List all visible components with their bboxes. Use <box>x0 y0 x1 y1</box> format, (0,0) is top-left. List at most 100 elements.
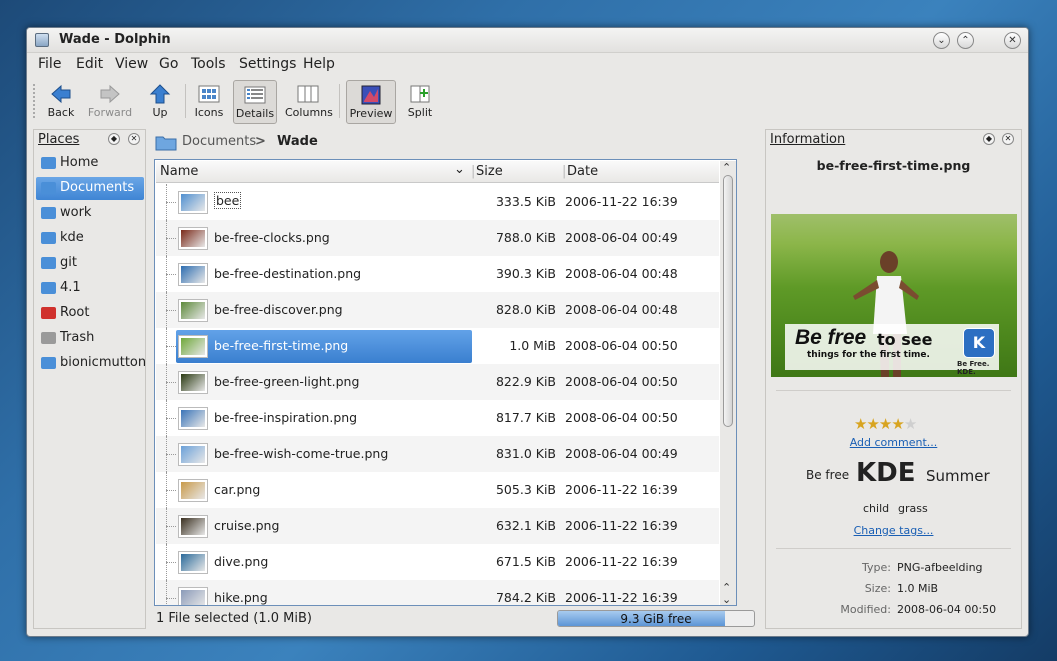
file-row[interactable]: be-free-green-light.png 822.9 KiB 2008-06-… <box>156 364 719 400</box>
scroll-down-icon[interactable]: ⌄ <box>722 593 731 605</box>
file-date: 2008-06-04 00:48 <box>565 266 678 281</box>
file-row[interactable]: bee 333.5 KiB 2006-11-22 16:39 <box>156 184 719 220</box>
toolbar-grip[interactable] <box>33 84 36 118</box>
meta-type-value: PNG-afbeelding <box>897 561 983 574</box>
columns-label: Columns <box>285 106 333 119</box>
place-item-home[interactable]: Home <box>36 152 144 175</box>
file-row[interactable]: be-free-clocks.png 788.0 KiB 2008-06-04 00… <box>156 220 719 256</box>
place-item-4-1[interactable]: 4.1 <box>36 277 144 300</box>
place-item-bionicmutton[interactable]: bionicmutton <box>36 352 147 375</box>
file-thumbnail-icon <box>178 551 208 574</box>
sort-chevron-icon[interactable]: ⌄ <box>454 162 465 177</box>
star-icon[interactable]: ★ <box>904 415 917 433</box>
meta-size-key: Size: <box>864 582 891 595</box>
star-icon[interactable]: ★ <box>854 415 867 433</box>
place-item-trash[interactable]: Trash <box>36 327 144 350</box>
rating-stars[interactable]: ★★★★★ <box>854 415 917 433</box>
tag-be-free[interactable]: Be free <box>806 468 849 482</box>
up-button[interactable]: Up <box>145 80 175 124</box>
file-row[interactable]: dive.png 671.5 KiB 2006-11-22 16:39 <box>156 544 719 580</box>
menu-view[interactable]: View <box>115 56 148 72</box>
file-row[interactable]: be-free-discover.png 828.0 KiB 2008-06-04 … <box>156 292 719 328</box>
menu-tools[interactable]: Tools <box>191 56 226 72</box>
tag-grass[interactable]: grass <box>898 502 928 515</box>
up-arrow-icon <box>149 84 171 104</box>
breadcrumb-wade[interactable]: Wade <box>277 134 318 149</box>
details-view-button[interactable]: Details <box>233 80 277 124</box>
preview-label: Preview <box>349 107 393 120</box>
thumbnail-image <box>181 230 205 247</box>
star-icon[interactable]: ★ <box>866 415 879 433</box>
file-row[interactable]: car.png 505.3 KiB 2006-11-22 16:39 <box>156 472 719 508</box>
places-header: Places ◆ ✕ <box>34 130 145 150</box>
file-row[interactable]: be-free-inspiration.png 817.7 KiB 2008-06-… <box>156 400 719 436</box>
place-item-kde[interactable]: kde <box>36 227 144 250</box>
file-row[interactable]: hike.png 784.2 KiB 2006-11-22 16:39 <box>156 580 719 605</box>
scrollbar-thumb[interactable] <box>723 175 733 427</box>
place-label: bionicmutton <box>60 355 147 370</box>
menu-settings[interactable]: Settings <box>239 56 296 72</box>
file-row[interactable]: be-free-wish-come-true.png 831.0 KiB 2008-… <box>156 436 719 472</box>
tree-line <box>166 598 176 599</box>
information-panel: Information ◆ ✕ be-free-first-time.png B… <box>765 129 1022 629</box>
scroll-up-icon[interactable]: ⌃ <box>722 161 731 174</box>
file-thumbnail-icon <box>178 299 208 322</box>
free-space-label: 9.3 GiB free <box>620 612 692 626</box>
dolphin-window: Wade - Dolphin ⌄ ⌃ ✕ File Edit View Go T… <box>26 27 1029 637</box>
file-row[interactable]: cruise.png 632.1 KiB 2006-11-22 16:39 <box>156 508 719 544</box>
minimize-icon[interactable]: ⌄ <box>933 32 950 49</box>
breadcrumb-documents[interactable]: Documents <box>182 134 256 149</box>
places-panel: Places ◆ ✕ Home Documents work kde git 4… <box>33 129 146 629</box>
tree-line <box>166 580 167 605</box>
file-thumbnail-icon <box>178 371 208 394</box>
place-item-work[interactable]: work <box>36 202 144 225</box>
column-size[interactable]: Size <box>476 164 503 179</box>
column-name[interactable]: Name <box>160 164 198 179</box>
file-size: 505.3 KiB <box>495 482 556 497</box>
columns-view-icon <box>297 85 319 103</box>
menu-go[interactable]: Go <box>159 56 178 72</box>
column-date[interactable]: Date <box>567 164 598 179</box>
close-icon[interactable]: ✕ <box>1004 32 1021 49</box>
meta-modified-key: Modified: <box>840 603 891 616</box>
panel-close-icon[interactable]: ✕ <box>1002 133 1014 145</box>
add-comment-link[interactable]: Add comment... <box>766 436 1021 449</box>
place-item-git[interactable]: git <box>36 252 144 275</box>
place-item-root[interactable]: Root <box>36 302 144 325</box>
file-list: bee 333.5 KiB 2006-11-22 16:39 be-free-cloc… <box>156 184 719 605</box>
image-preview: Be free to see things for the first time… <box>771 214 1017 377</box>
back-arrow-icon <box>51 84 71 104</box>
columns-view-button[interactable]: Columns <box>285 80 333 124</box>
file-date: 2006-11-22 16:39 <box>565 482 678 497</box>
place-label: work <box>60 205 92 220</box>
vertical-scrollbar[interactable]: ⌃ ⌃ ⌄ <box>720 161 736 605</box>
star-icon[interactable]: ★ <box>891 415 904 433</box>
tag-summer[interactable]: Summer <box>926 467 990 485</box>
file-row[interactable]: be-free-destination.png 390.3 KiB 2008-06-… <box>156 256 719 292</box>
star-icon[interactable]: ★ <box>879 415 892 433</box>
file-row[interactable]: be-free-first-time.png 1.0 MiB 2008-06-04 … <box>156 328 719 364</box>
undock-icon[interactable]: ◆ <box>108 133 120 145</box>
folder-icon <box>41 357 56 369</box>
icons-view-button[interactable]: Icons <box>192 80 226 124</box>
meta-type-key: Type: <box>862 561 891 574</box>
preview-toggle-button[interactable]: Preview <box>346 80 396 124</box>
menu-file[interactable]: File <box>38 56 61 72</box>
details-view[interactable]: Name ⌄ | Size | Date bee 333.5 KiB 2006-11… <box>154 159 737 606</box>
maximize-icon[interactable]: ⌃ <box>957 32 974 49</box>
menu-help[interactable]: Help <box>303 56 335 72</box>
panel-close-icon[interactable]: ✕ <box>128 133 140 145</box>
slogan-be-free: Be free <box>795 326 867 349</box>
place-item-documents[interactable]: Documents <box>36 177 144 200</box>
tag-kde[interactable]: KDE <box>856 458 916 488</box>
column-header: Name ⌄ | Size | Date <box>156 161 719 183</box>
file-date: 2006-11-22 16:39 <box>565 590 678 605</box>
dolphin-app-icon[interactable] <box>35 33 49 47</box>
change-tags-link[interactable]: Change tags... <box>766 524 1021 537</box>
menu-edit[interactable]: Edit <box>76 56 103 72</box>
forward-button[interactable]: Forward <box>85 80 135 124</box>
back-button[interactable]: Back <box>41 80 81 124</box>
undock-icon[interactable]: ◆ <box>983 133 995 145</box>
split-button[interactable]: Split <box>405 80 435 124</box>
tag-child[interactable]: child <box>863 502 889 515</box>
